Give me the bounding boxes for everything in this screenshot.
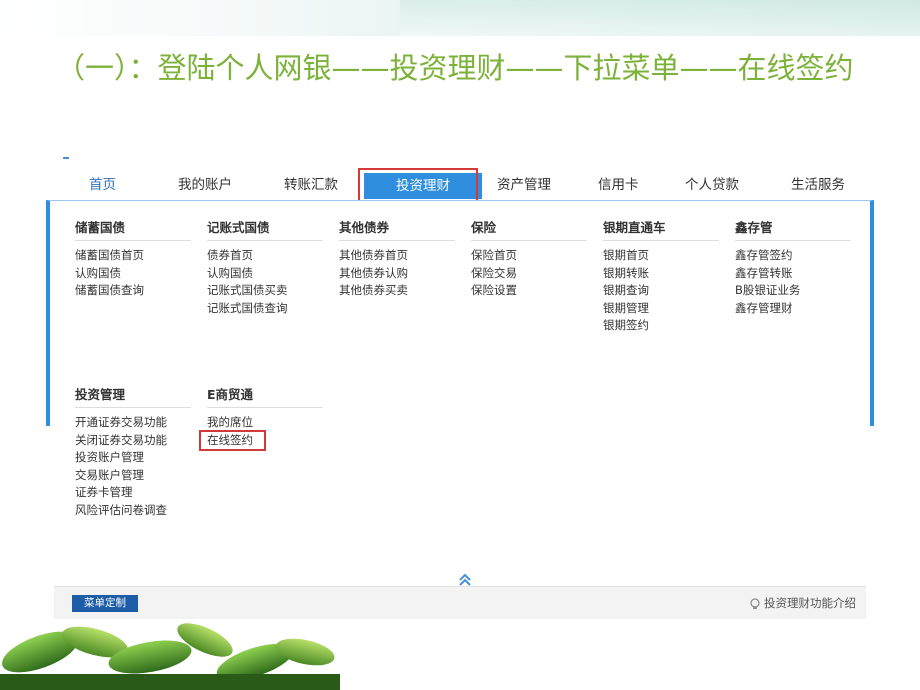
intro-link-label: 投资理财功能介绍	[764, 596, 856, 610]
menu-item[interactable]: 记账式国债买卖	[207, 282, 323, 300]
menu-item[interactable]: 保险交易	[471, 265, 587, 283]
menu-item[interactable]: 银期首页	[603, 247, 719, 265]
menu-item[interactable]: 认购国债	[207, 265, 323, 283]
investment-intro-link[interactable]: 投资理财功能介绍	[749, 595, 856, 612]
menu-item-online-signing[interactable]: 在线签约	[207, 432, 323, 450]
lightbulb-icon	[750, 598, 760, 609]
nav-item-my-account[interactable]: 我的账户	[178, 170, 232, 200]
nav-item-life-services[interactable]: 生活服务	[791, 170, 845, 200]
menu-column-xin-custody: 鑫存管 鑫存管签约 鑫存管转账 B股银证业务 鑫存管理财	[735, 218, 851, 317]
nav-item-credit-card[interactable]: 信用卡	[598, 170, 639, 200]
nav-item-home[interactable]: 首页	[89, 170, 116, 200]
menu-item[interactable]: 债券首页	[207, 247, 323, 265]
menu-item[interactable]: 保险设置	[471, 282, 587, 300]
menu-item[interactable]: 我的席位	[207, 414, 323, 432]
main-nav: 首页 我的账户 转账汇款 投资理财 资产管理 信用卡 个人贷款 生活服务	[46, 170, 874, 200]
menu-item[interactable]: 关闭证券交易功能	[75, 432, 191, 450]
menu-item[interactable]: 其他债券买卖	[339, 282, 455, 300]
nav-item-personal-loan[interactable]: 个人贷款	[685, 170, 739, 200]
menu-item[interactable]: 其他债券认购	[339, 265, 455, 283]
menu-item[interactable]: 其他债券首页	[339, 247, 455, 265]
menu-column-title: 银期直通车	[603, 218, 719, 241]
menu-item[interactable]: B股银证业务	[735, 282, 851, 300]
menu-item[interactable]: 储蓄国债查询	[75, 282, 191, 300]
slide-title: （一）：登陆个人网银——投资理财——下拉菜单——在线签约	[56, 51, 854, 85]
menu-item[interactable]: 银期查询	[603, 282, 719, 300]
menu-column-title: 记账式国债	[207, 218, 323, 241]
menu-item[interactable]: 银期管理	[603, 300, 719, 318]
menu-column-title: 储蓄国债	[75, 218, 191, 241]
menu-column-e-trade: E商贸通 我的席位 在线签约	[207, 385, 323, 449]
menu-item[interactable]: 鑫存管理财	[735, 300, 851, 318]
menu-column-title: 投资管理	[75, 385, 191, 408]
top-decorative-band	[0, 0, 920, 36]
nav-item-asset-management[interactable]: 资产管理	[497, 170, 551, 200]
menu-item[interactable]: 保险首页	[471, 247, 587, 265]
menu-column-other-bonds: 其他债券 其他债券首页 其他债券认购 其他债券买卖	[339, 218, 455, 300]
menu-item[interactable]: 银期转账	[603, 265, 719, 283]
menu-column-title: 保险	[471, 218, 587, 241]
menu-item[interactable]: 鑫存管签约	[735, 247, 851, 265]
decorative-dash	[63, 157, 69, 159]
menu-item[interactable]: 记账式国债查询	[207, 300, 323, 318]
menu-item[interactable]: 银期签约	[603, 317, 719, 335]
menu-item[interactable]: 储蓄国债首页	[75, 247, 191, 265]
menu-item[interactable]: 鑫存管转账	[735, 265, 851, 283]
tea-leaves-decoration	[0, 623, 340, 690]
menu-column-title: E商贸通	[207, 385, 323, 408]
menu-item[interactable]: 开通证券交易功能	[75, 414, 191, 432]
menu-column-title: 鑫存管	[735, 218, 851, 241]
menu-column-investment-management: 投资管理 开通证券交易功能 关闭证券交易功能 投资账户管理 交易账户管理 证券卡…	[75, 385, 191, 519]
menu-item[interactable]: 证券卡管理	[75, 484, 191, 502]
menu-column-title: 其他债券	[339, 218, 455, 241]
menu-column-savings-bonds: 储蓄国债 储蓄国债首页 认购国债 储蓄国债查询	[75, 218, 191, 300]
nav-item-investment[interactable]: 投资理财	[364, 173, 482, 199]
menu-item[interactable]: 风险评估问卷调查	[75, 502, 191, 520]
menu-item[interactable]: 交易账户管理	[75, 467, 191, 485]
menu-item[interactable]: 投资账户管理	[75, 449, 191, 467]
menu-item[interactable]: 认购国债	[75, 265, 191, 283]
nav-item-transfer[interactable]: 转账汇款	[284, 170, 338, 200]
menu-customize-button[interactable]: 菜单定制	[72, 595, 138, 612]
menu-column-book-entry-bonds: 记账式国债 债券首页 认购国债 记账式国债买卖 记账式国债查询	[207, 218, 323, 317]
menu-column-bank-futures: 银期直通车 银期首页 银期转账 银期查询 银期管理 银期签约	[603, 218, 719, 335]
menu-column-insurance: 保险 保险首页 保险交易 保险设置	[471, 218, 587, 300]
